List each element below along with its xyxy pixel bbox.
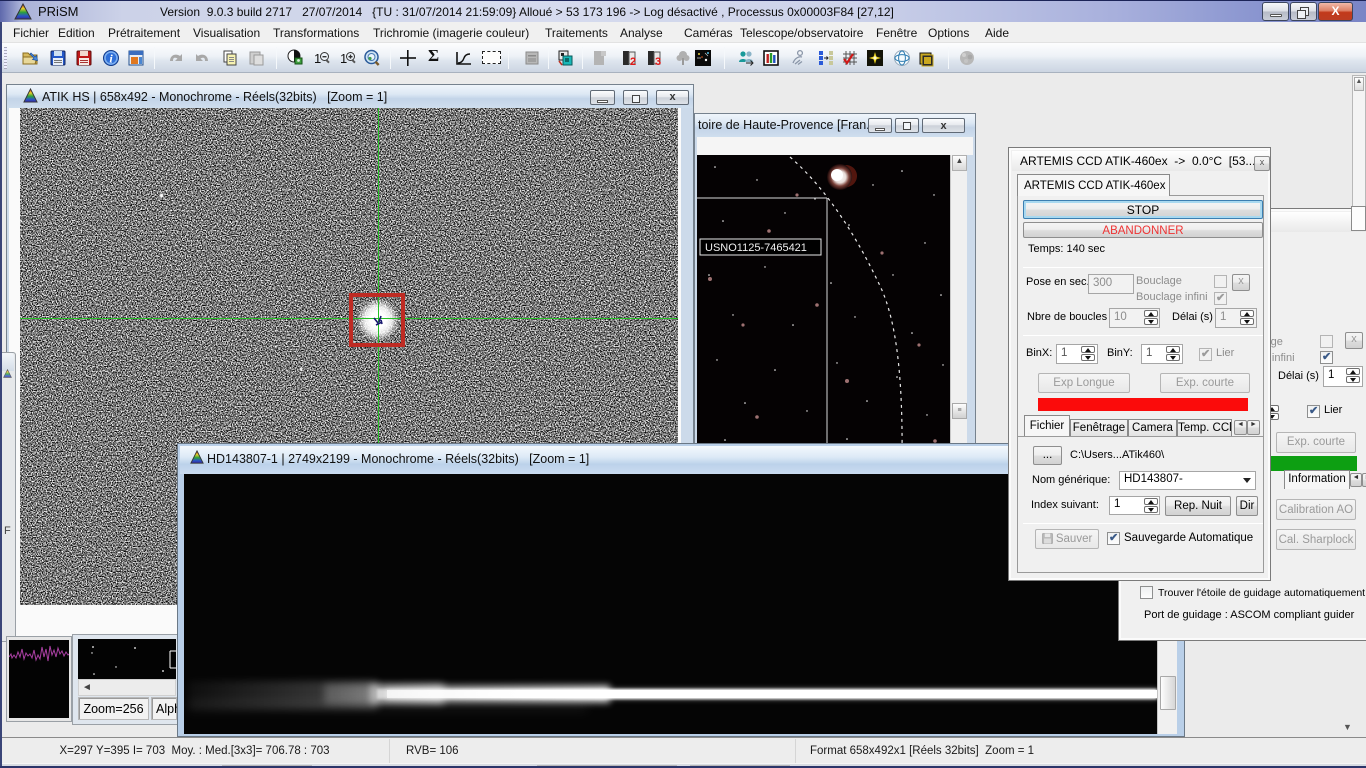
svg-text:USNO1125-7465421: USNO1125-7465421 <box>705 242 807 254</box>
svg-text:1: 1 <box>340 51 347 66</box>
svg-text:1: 1 <box>314 51 321 66</box>
svg-text:2: 2 <box>630 56 636 67</box>
svg-text:3: 3 <box>655 56 661 67</box>
